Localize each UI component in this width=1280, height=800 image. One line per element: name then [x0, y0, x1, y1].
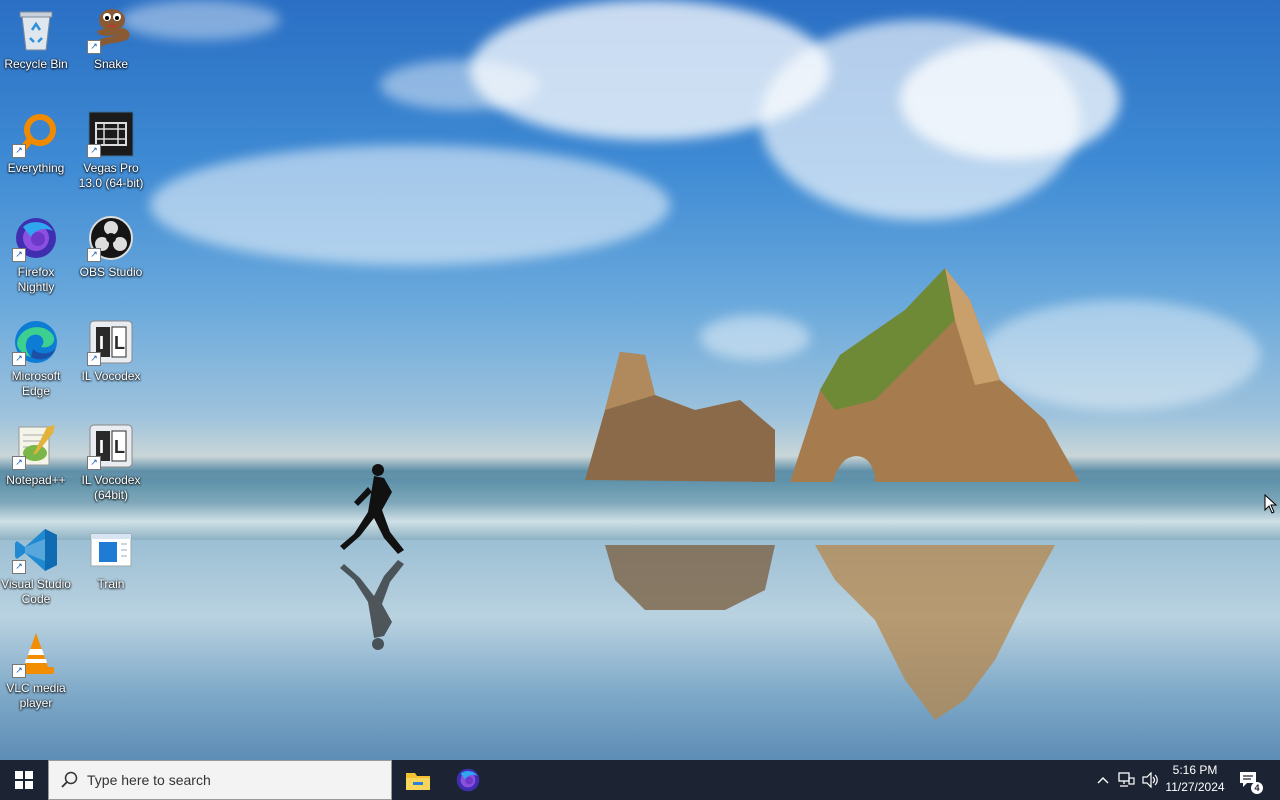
desktop-icon-il-vocodex[interactable]: IL ↗ IL Vocodex: [75, 318, 147, 384]
vegas-pro-icon: ↗: [87, 110, 135, 158]
desktop-wallpaper: Recycle Bin ↗ Snake ↗ Everything ↗ Vegas…: [0, 0, 1280, 760]
network-status-button[interactable]: [1114, 760, 1138, 800]
wallpaper-cloud: [900, 40, 1120, 160]
desktop-icon-recycle-bin[interactable]: Recycle Bin: [0, 6, 72, 72]
clock-date: 11/27/2024: [1165, 780, 1225, 794]
wallpaper-cloud: [380, 60, 540, 110]
desktop-icon-snake[interactable]: ↗ Snake: [75, 6, 147, 72]
desktop-icon-everything[interactable]: ↗ Everything: [0, 110, 72, 176]
search-icon: [61, 771, 78, 788]
desktop-icon-vegas-pro[interactable]: ↗ Vegas Pro 13.0 (64-bit): [75, 110, 147, 191]
desktop-icon-label: Train: [97, 577, 125, 591]
svg-text:L: L: [114, 437, 125, 457]
shortcut-arrow-icon: ↗: [87, 144, 101, 158]
desktop-icon-label: Recycle Bin: [4, 57, 68, 71]
desktop-icon-label: OBS Studio: [79, 265, 143, 279]
windows-logo-icon: [15, 771, 33, 789]
desktop-icon-microsoft-edge[interactable]: ↗ Microsoft Edge: [0, 318, 72, 399]
desktop-icon-il-vocodex-64[interactable]: IL ↗ IL Vocodex (64bit): [75, 422, 147, 503]
desktop-icon-label: Notepad++: [6, 473, 66, 487]
taskbar-firefox-nightly[interactable]: [444, 760, 492, 800]
shortcut-arrow-icon: ↗: [87, 352, 101, 366]
desktop-icon-notepad-plus-plus[interactable]: ↗ Notepad++: [0, 422, 72, 488]
start-button[interactable]: [0, 760, 48, 800]
wallpaper-rocks: [585, 268, 1080, 720]
il-vocodex-icon: IL ↗: [87, 422, 135, 470]
shortcut-arrow-icon: ↗: [12, 144, 26, 158]
volume-button[interactable]: [1138, 760, 1162, 800]
desktop-icon-label: IL Vocodex: [81, 369, 141, 383]
taskbar-clock[interactable]: 5:16 PM 11/27/2024: [1160, 762, 1230, 798]
file-explorer-icon: [406, 773, 430, 790]
desktop-icon-obs-studio[interactable]: ↗ OBS Studio: [75, 214, 147, 280]
train-file-icon: [87, 526, 135, 574]
shortcut-arrow-icon: ↗: [12, 560, 26, 574]
snake-icon: ↗: [87, 6, 135, 54]
il-vocodex-icon: IL ↗: [87, 318, 135, 366]
desktop-icon-label: Everything: [7, 161, 65, 175]
everything-search-icon: ↗: [12, 110, 60, 158]
desktop-icon-vlc-media-player[interactable]: ↗ VLC media player: [0, 630, 72, 711]
shortcut-arrow-icon: ↗: [12, 664, 26, 678]
desktop-icon-label: Visual Studio Code: [1, 577, 71, 606]
shortcut-arrow-icon: ↗: [12, 248, 26, 262]
notification-count-badge: 4: [1251, 782, 1263, 794]
chevron-up-icon: [1097, 777, 1109, 784]
desktop-icon-label: Vegas Pro 13.0 (64-bit): [78, 161, 144, 190]
shortcut-arrow-icon: ↗: [87, 40, 101, 54]
wallpaper-runner: [340, 464, 404, 650]
firefox-nightly-icon: ↗: [12, 214, 60, 262]
desktop-icon-label: Microsoft Edge: [11, 369, 61, 398]
shortcut-arrow-icon: ↗: [12, 456, 26, 470]
mouse-cursor-icon: [1264, 494, 1278, 514]
edge-icon: ↗: [12, 318, 60, 366]
shortcut-arrow-icon: ↗: [87, 248, 101, 262]
desktop-icon-label: Snake: [93, 57, 129, 71]
obs-studio-icon: ↗: [87, 214, 135, 262]
action-center-button[interactable]: 4: [1234, 760, 1264, 800]
network-icon: [1118, 772, 1135, 787]
vlc-cone-icon: ↗: [12, 630, 60, 678]
desktop-icon-label: Firefox Nightly: [17, 265, 55, 294]
desktop-icon-label: VLC media player: [6, 681, 66, 710]
desktop-icon-train[interactable]: Train: [75, 526, 147, 592]
wallpaper-cloud: [150, 145, 670, 265]
speaker-icon: [1142, 772, 1158, 788]
svg-text:I: I: [99, 437, 104, 457]
svg-text:I: I: [99, 333, 104, 353]
shortcut-arrow-icon: ↗: [12, 352, 26, 366]
taskbar-search-box[interactable]: Type here to search: [48, 760, 392, 800]
shortcut-arrow-icon: ↗: [87, 456, 101, 470]
vscode-icon: ↗: [12, 526, 60, 574]
svg-text:L: L: [114, 333, 125, 353]
clock-time: 5:16 PM: [1172, 763, 1218, 777]
taskbar-file-explorer[interactable]: [394, 760, 442, 800]
recycle-bin-icon: [12, 6, 60, 54]
desktop-icon-label: IL Vocodex (64bit): [81, 473, 141, 502]
search-placeholder: Type here to search: [87, 772, 211, 788]
notepad-plus-plus-icon: ↗: [12, 422, 60, 470]
desktop-icon-firefox-nightly[interactable]: ↗ Firefox Nightly: [0, 214, 72, 295]
firefox-nightly-icon: [456, 768, 480, 792]
desktop-icon-visual-studio-code[interactable]: ↗ Visual Studio Code: [0, 526, 72, 607]
taskbar: Type here to search 5:16 PM 11/27/2024 4: [0, 760, 1280, 800]
show-hidden-icons-button[interactable]: [1092, 760, 1114, 800]
